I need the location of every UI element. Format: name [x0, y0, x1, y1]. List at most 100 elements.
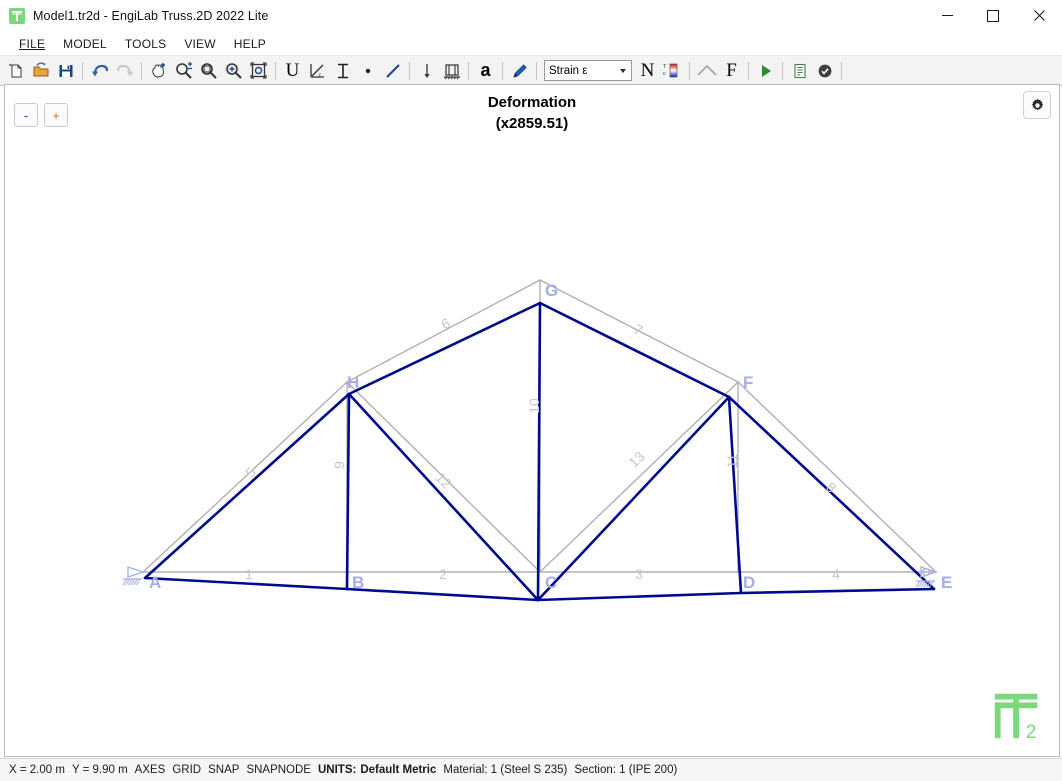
deformed-element-11[interactable]	[727, 395, 743, 595]
status-bar: X = 2.00 m Y = 9.90 m AXES GRID SNAP SNA…	[0, 758, 1062, 781]
nodal-load-icon[interactable]	[414, 58, 439, 83]
toolbar-separator	[275, 61, 276, 80]
chevron-down-icon	[620, 69, 626, 73]
status-snap[interactable]: SNAP	[208, 764, 239, 776]
axial-force-n-glyph: N	[640, 59, 655, 81]
node-dot-icon[interactable]	[355, 58, 380, 83]
zoom-previous-icon[interactable]	[246, 58, 271, 83]
report-icon[interactable]	[787, 58, 812, 83]
menu-view-label: VIEW	[184, 36, 216, 51]
toolbar-separator	[689, 61, 690, 80]
status-coord-y: Y = 9.90 m	[71, 764, 128, 776]
status-axes[interactable]: AXES	[135, 764, 166, 776]
status-snapnode[interactable]: SNAPNODE	[246, 764, 311, 776]
menu-file[interactable]: FILE	[10, 34, 54, 54]
node-label-D: D	[743, 573, 755, 592]
pencil-edit-icon[interactable]	[507, 58, 532, 83]
node-label-G: G	[545, 281, 558, 300]
result-type-select[interactable]: Strain ε	[544, 60, 632, 81]
force-f-icon[interactable]: F	[719, 58, 744, 83]
toolbar-separator	[409, 61, 410, 80]
zoom-window-icon[interactable]	[196, 58, 221, 83]
section-i-beam-icon[interactable]	[330, 58, 355, 83]
undo-icon[interactable]	[87, 58, 112, 83]
deformed-element-3[interactable]	[536, 591, 743, 602]
element-label-6: 6	[438, 315, 453, 333]
new-file-icon[interactable]	[3, 58, 28, 83]
toolbar-separator	[782, 61, 783, 80]
undeformed-element-5[interactable]	[142, 381, 348, 573]
deformed-element-7[interactable]	[538, 301, 731, 399]
deformed-element-4[interactable]	[739, 587, 936, 595]
minimize-button[interactable]	[924, 0, 970, 31]
open-folder-icon[interactable]	[28, 58, 53, 83]
temperature-color-scale-icon[interactable]: T c	[660, 58, 685, 83]
window-title: Model1.tr2d - EngiLab Truss.2D 2022 Lite	[33, 8, 269, 23]
element-label-10: 10	[526, 398, 542, 414]
deformed-truss	[143, 301, 936, 602]
title-bar: Model1.tr2d - EngiLab Truss.2D 2022 Lite	[0, 0, 1062, 32]
element-label-4: 4	[832, 566, 840, 582]
menu-help[interactable]: HELP	[225, 34, 275, 54]
text-a-glyph: a	[480, 60, 491, 80]
save-disk-icon[interactable]	[53, 58, 78, 83]
element-labels: 1 2 3 456 78910111213	[242, 315, 840, 582]
element-label-9: 9	[331, 461, 347, 469]
window-controls	[924, 0, 1062, 31]
support-icon[interactable]	[439, 58, 464, 83]
toolbar-separator	[748, 61, 749, 80]
undeformed-element-6[interactable]	[346, 279, 541, 383]
truss-drawing: 1 2 3 456 78910111213 A B C D EFGH	[122, 279, 952, 602]
displacement-u-glyph: U	[285, 59, 300, 81]
svg-text:T: T	[663, 64, 667, 70]
toolbar-separator	[468, 61, 469, 80]
toolbar-separator	[536, 61, 537, 80]
element-label-2: 2	[439, 566, 447, 582]
result-type-value: Strain ε	[549, 64, 588, 77]
menu-bar: FILE MODEL TOOLS VIEW HELP	[0, 32, 1062, 56]
element-line-icon[interactable]	[380, 58, 405, 83]
check-model-icon[interactable]	[812, 58, 837, 83]
support-pin-A[interactable]	[122, 566, 146, 586]
close-button[interactable]	[1016, 0, 1062, 31]
zoom-extents-icon[interactable]	[221, 58, 246, 83]
deformed-element-8[interactable]	[727, 395, 936, 591]
menu-model[interactable]: MODEL	[54, 34, 116, 54]
toolbar-separator	[502, 61, 503, 80]
deformation-icon[interactable]	[694, 58, 719, 83]
displacement-u-icon[interactable]: U	[280, 58, 305, 83]
menu-tools-label: TOOLS	[124, 36, 167, 51]
toolbar-separator	[141, 61, 142, 80]
status-section[interactable]: Section: 1 (IPE 200)	[574, 764, 677, 776]
toolbar: U ε a Strain ε N T c F	[0, 56, 1062, 86]
deformed-element-2[interactable]	[345, 587, 540, 602]
redo-icon[interactable]	[112, 58, 137, 83]
deformed-element-13[interactable]	[536, 395, 731, 602]
undeformed-element-8[interactable]	[737, 381, 937, 573]
strain-epsilon-icon[interactable]: ε	[305, 58, 330, 83]
menu-help-label: HELP	[233, 36, 266, 51]
axial-force-n-icon[interactable]: N	[635, 58, 660, 83]
toolbar-separator	[82, 61, 83, 80]
menu-file-label: FILE	[19, 36, 46, 51]
element-label-7: 7	[631, 321, 645, 339]
maximize-button[interactable]	[970, 0, 1016, 31]
node-label-H: H	[347, 373, 359, 392]
status-units-value[interactable]: Default Metric	[360, 764, 436, 776]
status-grid[interactable]: GRID	[172, 764, 201, 776]
element-label-1: 1	[245, 566, 253, 582]
menu-tools[interactable]: TOOLS	[116, 34, 175, 54]
pan-hand-icon[interactable]	[146, 58, 171, 83]
run-analysis-icon[interactable]	[753, 58, 778, 83]
text-a-icon[interactable]: a	[473, 58, 498, 83]
status-material[interactable]: Material: 1 (Steel S 235)	[443, 764, 567, 776]
zoom-in-out-icon[interactable]	[171, 58, 196, 83]
element-label-11: 11	[724, 454, 740, 469]
deformed-element-5[interactable]	[143, 392, 351, 580]
status-units-label: UNITS:	[317, 764, 357, 776]
node-label-B: B	[352, 573, 364, 592]
model-canvas[interactable]: Deformation (x2859.51) - + 1 2 3 4 5 6 7 8 9 10 11…	[4, 84, 1060, 757]
node-labels: A B C D E F G H	[149, 281, 952, 592]
undeformed-element-13[interactable]	[539, 381, 739, 573]
menu-view[interactable]: VIEW	[175, 34, 224, 54]
